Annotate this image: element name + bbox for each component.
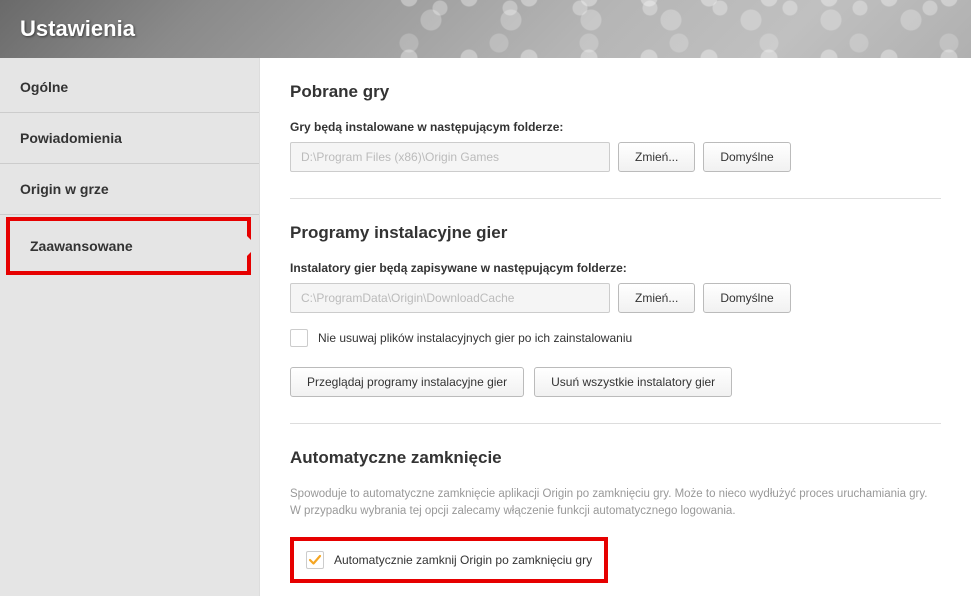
section-title-installers: Programy instalacyjne gier [290,223,941,243]
tab-general[interactable]: Ogólne [0,62,259,113]
delete-installers-button[interactable]: Usuń wszystkie instalatory gier [534,367,732,397]
section-autoclose: Automatyczne zamknięcie Spowoduje to aut… [290,448,941,583]
divider [290,423,941,424]
browse-installers-button[interactable]: Przeglądaj programy instalacyjne gier [290,367,524,397]
tab-notifications[interactable]: Powiadomienia [0,113,259,164]
downloads-path-input[interactable] [290,142,610,172]
section-downloaded-games: Pobrane gry Gry będą instalowane w nastę… [290,82,941,172]
autoclose-checkbox[interactable] [306,551,324,569]
autoclose-description: Spowoduje to automatyczne zamknięcie apl… [290,486,941,521]
installers-change-button[interactable]: Zmień... [618,283,695,313]
check-icon [308,553,322,567]
installers-path-label: Instalatory gier będą zapisywane w nastę… [290,261,941,275]
downloads-path-label: Gry będą instalowane w następującym fold… [290,120,941,134]
installers-path-input[interactable] [290,283,610,313]
installers-default-button[interactable]: Domyślne [703,283,790,313]
body: Ogólne Powiadomienia Origin w grze Zaawa… [0,58,971,596]
section-installers: Programy instalacyjne gier Instalatory g… [290,223,941,397]
autoclose-label: Automatycznie zamknij Origin po zamknięc… [334,553,592,567]
divider [290,198,941,199]
window-header: Ustawienia [0,0,971,58]
highlight-autoclose-checkbox: Automatycznie zamknij Origin po zamknięc… [290,537,608,583]
keep-installers-label: Nie usuwaj plików instalacyjnych gier po… [318,331,632,345]
tab-origin-ingame[interactable]: Origin w grze [0,164,259,215]
content-area: Pobrane gry Gry będą instalowane w nastę… [259,58,971,596]
section-title-downloads: Pobrane gry [290,82,941,102]
sidebar: Ogólne Powiadomienia Origin w grze Zaawa… [0,58,259,596]
downloads-default-button[interactable]: Domyślne [703,142,790,172]
highlight-advanced-tab: Zaawansowane [6,217,251,275]
section-title-autoclose: Automatyczne zamknięcie [290,448,941,468]
downloads-change-button[interactable]: Zmień... [618,142,695,172]
keep-installers-checkbox[interactable] [290,329,308,347]
page-title: Ustawienia [20,16,135,42]
tab-advanced[interactable]: Zaawansowane [10,221,247,271]
